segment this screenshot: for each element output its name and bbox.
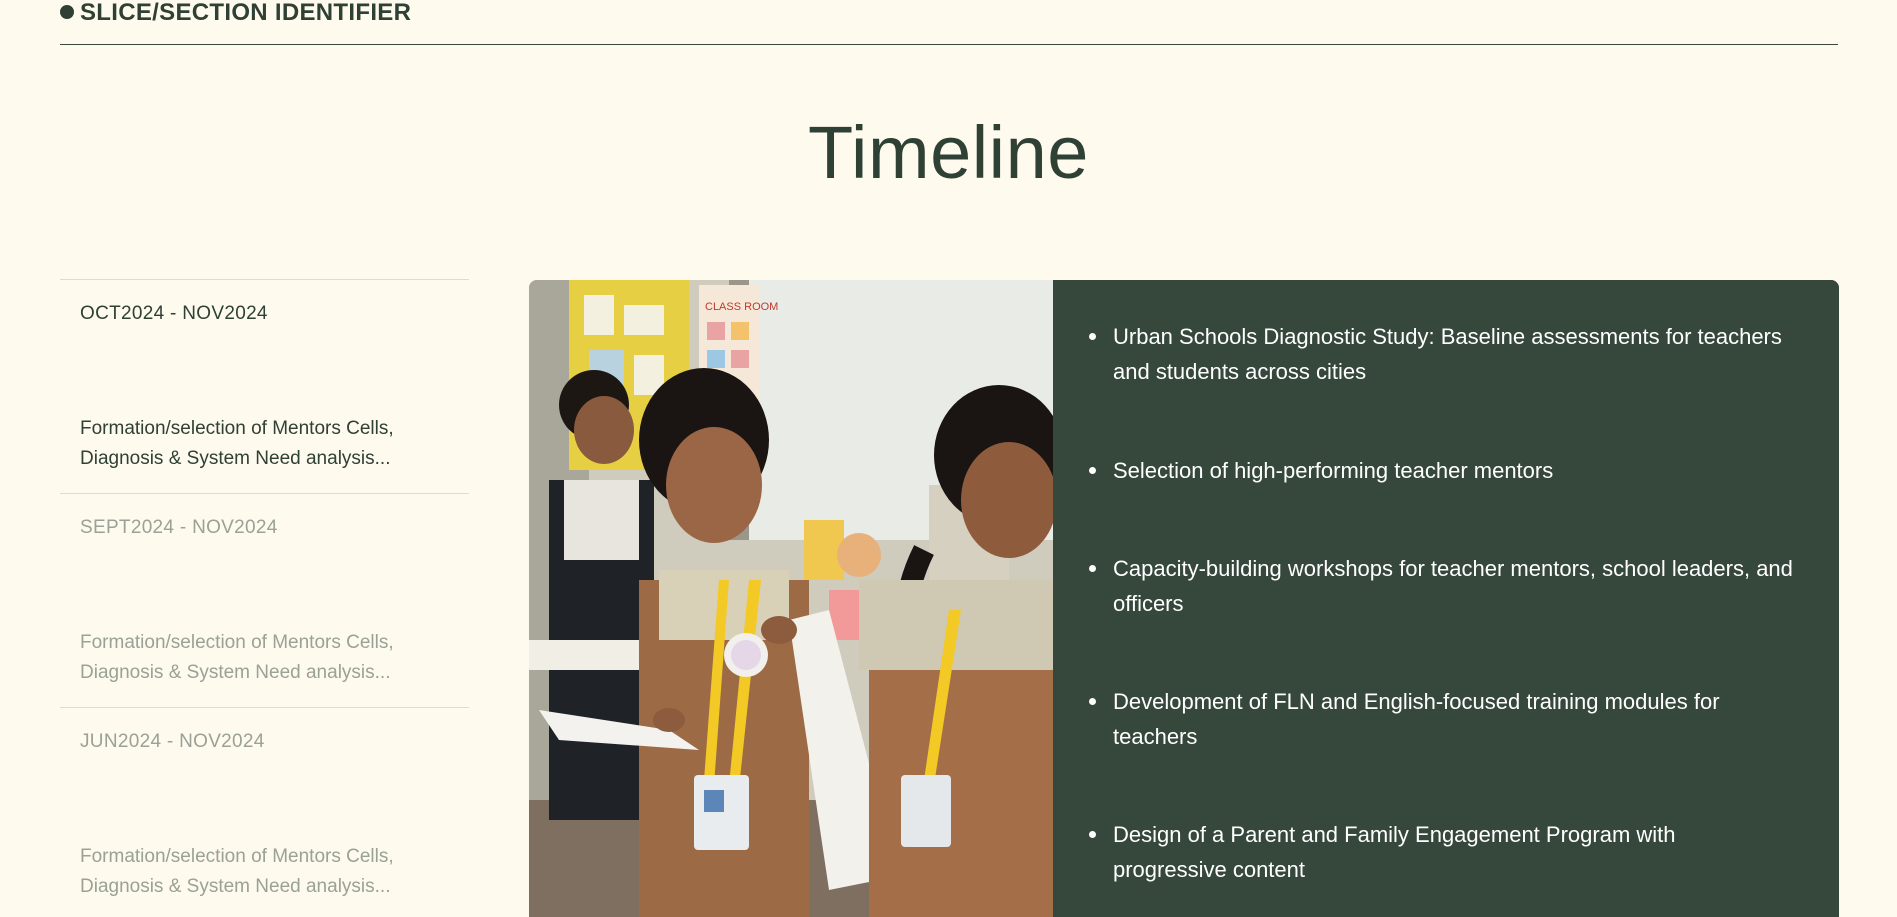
class-room-sign: CLASS ROOM <box>705 301 778 313</box>
classroom-photo: CLASS ROOM <box>529 280 1053 917</box>
timeline-item-jun2024[interactable]: JUN2024 - NOV2024 Formation/selection of… <box>60 707 469 917</box>
timeline-details-panel: Urban Schools Diagnostic Study: Baseline… <box>1053 280 1839 917</box>
timeline-list: OCT2024 - NOV2024 Formation/selection of… <box>60 279 469 917</box>
timeline-item-dates: SEPT2024 - NOV2024 <box>80 517 278 538</box>
milestone-text: Selection of high-performing teacher men… <box>1113 458 1554 483</box>
timeline-item-description: Formation/selection of Mentors Cells, Di… <box>80 846 394 897</box>
section-bullet-icon <box>60 5 74 19</box>
page-title: Timeline <box>808 111 1089 194</box>
section-identifier: SLICE/SECTION IDENTIFIER <box>80 0 412 26</box>
bullet-icon <box>1089 565 1096 572</box>
timeline-item-sept2024[interactable]: SEPT2024 - NOV2024 Formation/selection o… <box>60 493 469 707</box>
milestone-item: Selection of high-performing teacher men… <box>1089 453 1793 488</box>
milestone-text: Development of FLN and English-focused t… <box>1113 689 1720 749</box>
timeline-item-description: Formation/selection of Mentors Cells, Di… <box>80 632 394 683</box>
timeline-item-dates: OCT2024 - NOV2024 <box>80 303 268 324</box>
milestone-text: Design of a Parent and Family Engagement… <box>1113 822 1676 882</box>
milestone-item: Development of FLN and English-focused t… <box>1089 684 1793 754</box>
milestone-item: Design of a Parent and Family Engagement… <box>1089 817 1793 887</box>
bullet-icon <box>1089 333 1096 340</box>
classroom-photo-illustration: CLASS ROOM <box>529 280 1053 917</box>
timeline-content-card: CLASS ROOM Urban Schools Diagnostic Stud… <box>529 280 1839 917</box>
timeline-item-dates: JUN2024 - NOV2024 <box>80 731 265 752</box>
milestone-item: Capacity-building workshops for teacher … <box>1089 551 1793 621</box>
timeline-item-description: Formation/selection of Mentors Cells, Di… <box>80 418 394 469</box>
section-header: SLICE/SECTION IDENTIFIER <box>60 0 1838 45</box>
milestone-text: Capacity-building workshops for teacher … <box>1113 556 1793 616</box>
milestone-text: Urban Schools Diagnostic Study: Baseline… <box>1113 324 1782 384</box>
bullet-icon <box>1089 698 1096 705</box>
timeline-item-oct2024[interactable]: OCT2024 - NOV2024 Formation/selection of… <box>60 279 469 493</box>
milestone-item: Urban Schools Diagnostic Study: Baseline… <box>1089 319 1793 389</box>
bullet-icon <box>1089 831 1096 838</box>
bullet-icon <box>1089 467 1096 474</box>
